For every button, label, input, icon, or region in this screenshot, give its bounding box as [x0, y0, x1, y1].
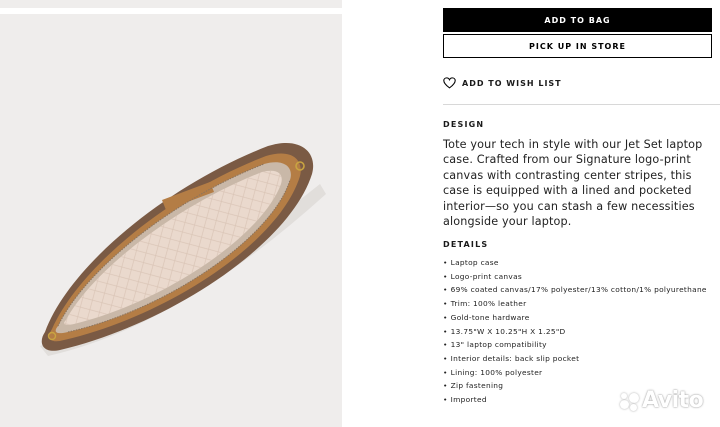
laptop-case-illustration: [40, 142, 326, 356]
add-to-wish-list-button[interactable]: ADD TO WISH LIST: [443, 74, 562, 92]
details-list: Laptop case Logo-print canvas 69% coated…: [443, 256, 707, 407]
wish-list-label: ADD TO WISH LIST: [462, 78, 562, 88]
list-item: Interior details: back slip pocket: [443, 352, 707, 366]
design-description: Tote your tech in style with our Jet Set…: [443, 138, 703, 229]
list-item: 69% coated canvas/17% polyester/13% cott…: [443, 283, 707, 297]
heart-icon: [443, 77, 456, 89]
add-to-bag-button[interactable]: ADD TO BAG: [443, 8, 712, 32]
list-item: Trim: 100% leather: [443, 297, 707, 311]
details-heading: DETAILS: [443, 240, 489, 249]
design-heading: DESIGN: [443, 120, 485, 129]
list-item: Gold-tone hardware: [443, 311, 707, 325]
avito-logo-icon: [618, 390, 640, 412]
product-image[interactable]: [0, 14, 342, 427]
watermark-text: Avito: [642, 388, 704, 413]
list-item: 13" laptop compatibility: [443, 338, 707, 352]
list-item: Logo-print canvas: [443, 270, 707, 284]
list-item: Lining: 100% polyester: [443, 366, 707, 380]
image-strip-top: [0, 0, 342, 8]
list-item: 13.75"W X 10.25"H X 1.25"D: [443, 325, 707, 339]
list-item: Laptop case: [443, 256, 707, 270]
section-divider: [443, 104, 720, 105]
avito-watermark: Avito: [618, 388, 704, 413]
pick-up-in-store-button[interactable]: PICK UP IN STORE: [443, 34, 712, 58]
